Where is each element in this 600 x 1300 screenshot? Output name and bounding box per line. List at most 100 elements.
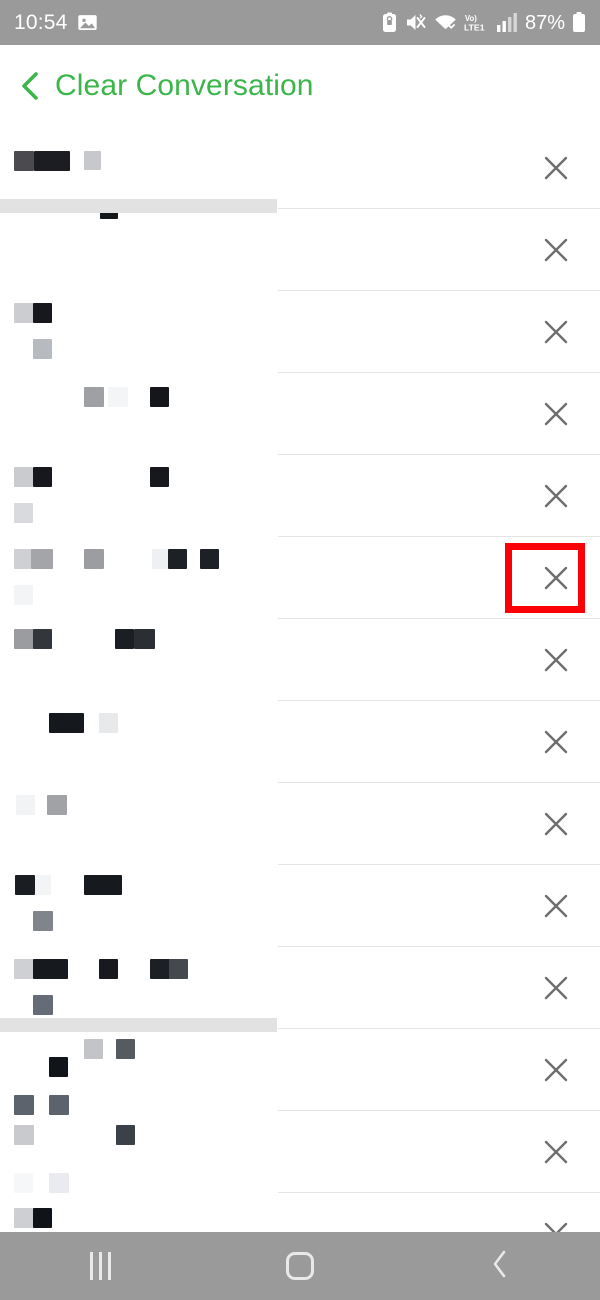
status-bar-right: Vo) LTE1 87% — [381, 12, 586, 33]
redaction-block — [150, 467, 169, 487]
status-bar: 10:54 Vo) LTE1 87% — [0, 0, 600, 45]
wifi-icon — [434, 12, 457, 33]
redaction-block — [14, 1208, 34, 1228]
redaction-block — [169, 959, 188, 979]
delete-conversation-button[interactable] — [539, 479, 573, 513]
redacted-conversation-text — [0, 199, 278, 291]
list-item[interactable] — [0, 701, 600, 783]
redaction-block — [14, 1125, 34, 1145]
redaction-block — [33, 1208, 52, 1228]
list-item[interactable] — [0, 1029, 600, 1115]
redacted-conversation-text — [0, 127, 278, 209]
redaction-block — [115, 629, 134, 649]
redaction-block — [49, 713, 84, 733]
list-item[interactable] — [0, 947, 600, 1029]
delete-conversation-button[interactable] — [539, 1053, 573, 1087]
redaction-block — [31, 549, 53, 569]
list-item[interactable] — [0, 865, 600, 947]
delete-conversation-button[interactable] — [539, 889, 573, 923]
redaction-block — [35, 875, 51, 895]
list-item[interactable] — [0, 291, 600, 373]
battery-percent-label: 87% — [524, 11, 565, 34]
redaction-block — [49, 1057, 68, 1077]
redacted-conversation-text — [0, 1193, 278, 1232]
redacted-conversation-text — [0, 373, 278, 455]
page-title: Clear Conversation — [55, 69, 314, 102]
redacted-conversation-text — [0, 619, 278, 701]
home-icon — [286, 1252, 314, 1280]
delete-conversation-button[interactable] — [539, 725, 573, 759]
delete-conversation-button[interactable] — [539, 1135, 573, 1169]
redacted-conversation-text — [0, 865, 278, 947]
redaction-block — [84, 151, 101, 170]
list-item[interactable] — [0, 1111, 600, 1193]
redaction-block — [33, 303, 52, 323]
redaction-block — [49, 1173, 69, 1193]
redaction-block — [99, 713, 118, 733]
redaction-block — [33, 995, 53, 1015]
redaction-block — [34, 151, 70, 171]
redaction-block — [84, 1039, 103, 1059]
redaction-block — [14, 1173, 33, 1193]
list-item[interactable] — [0, 373, 600, 455]
redaction-block — [14, 585, 33, 605]
redaction-block — [33, 467, 52, 487]
redaction-block — [84, 549, 104, 569]
redaction-scrub-bar — [0, 1018, 277, 1032]
list-item[interactable] — [0, 127, 600, 209]
delete-conversation-button[interactable] — [539, 561, 573, 595]
list-item[interactable] — [0, 537, 600, 619]
battery-icon — [572, 12, 586, 33]
recents-icon — [89, 1252, 111, 1280]
svg-text:Vo): Vo) — [465, 14, 477, 23]
redaction-scrub-bar — [0, 199, 277, 213]
redacted-conversation-text — [0, 1111, 278, 1193]
redaction-block — [168, 549, 187, 569]
delete-conversation-button[interactable] — [539, 233, 573, 267]
delete-conversation-button[interactable] — [539, 151, 573, 185]
list-item[interactable] — [0, 783, 600, 865]
back-chevron-icon — [490, 1249, 510, 1284]
redaction-block — [14, 629, 34, 649]
redaction-block — [33, 959, 68, 979]
redaction-block — [16, 795, 35, 815]
signal-bars-icon — [496, 12, 517, 33]
redacted-conversation-text — [0, 947, 278, 1029]
battery-saver-icon — [381, 12, 398, 33]
redaction-block — [33, 911, 53, 931]
delete-conversation-button[interactable] — [539, 397, 573, 431]
list-item[interactable] — [0, 619, 600, 701]
redacted-conversation-text — [0, 783, 278, 865]
recents-button[interactable] — [0, 1232, 200, 1300]
conversation-list[interactable] — [0, 127, 600, 1232]
redaction-block — [99, 959, 118, 979]
status-bar-left: 10:54 — [14, 12, 98, 33]
home-button[interactable] — [200, 1232, 400, 1300]
status-time: 10:54 — [14, 11, 68, 34]
redaction-block — [47, 795, 67, 815]
list-item[interactable] — [0, 199, 600, 291]
delete-conversation-button[interactable] — [539, 807, 573, 841]
list-item[interactable] — [0, 1193, 600, 1232]
delete-conversation-button[interactable] — [539, 315, 573, 349]
redaction-block — [14, 467, 33, 487]
back-chevron-icon[interactable] — [17, 70, 43, 102]
redaction-block — [14, 959, 34, 979]
redaction-block — [116, 1039, 135, 1059]
app-header: Clear Conversation — [0, 45, 600, 127]
delete-conversation-button[interactable] — [539, 971, 573, 1005]
delete-conversation-button[interactable] — [539, 643, 573, 677]
redacted-conversation-text — [0, 537, 278, 619]
list-item[interactable] — [0, 455, 600, 537]
svg-text:LTE1: LTE1 — [464, 22, 485, 32]
redaction-block — [33, 339, 52, 359]
delete-conversation-button[interactable] — [539, 1217, 573, 1232]
volte-lte1-icon: Vo) LTE1 — [464, 12, 490, 33]
redaction-block — [84, 387, 104, 407]
redacted-conversation-text — [0, 455, 278, 537]
redaction-block — [14, 303, 34, 323]
redacted-conversation-text — [0, 701, 278, 783]
back-button[interactable] — [400, 1232, 600, 1300]
redaction-block — [84, 875, 122, 895]
system-navigation-bar — [0, 1232, 600, 1300]
